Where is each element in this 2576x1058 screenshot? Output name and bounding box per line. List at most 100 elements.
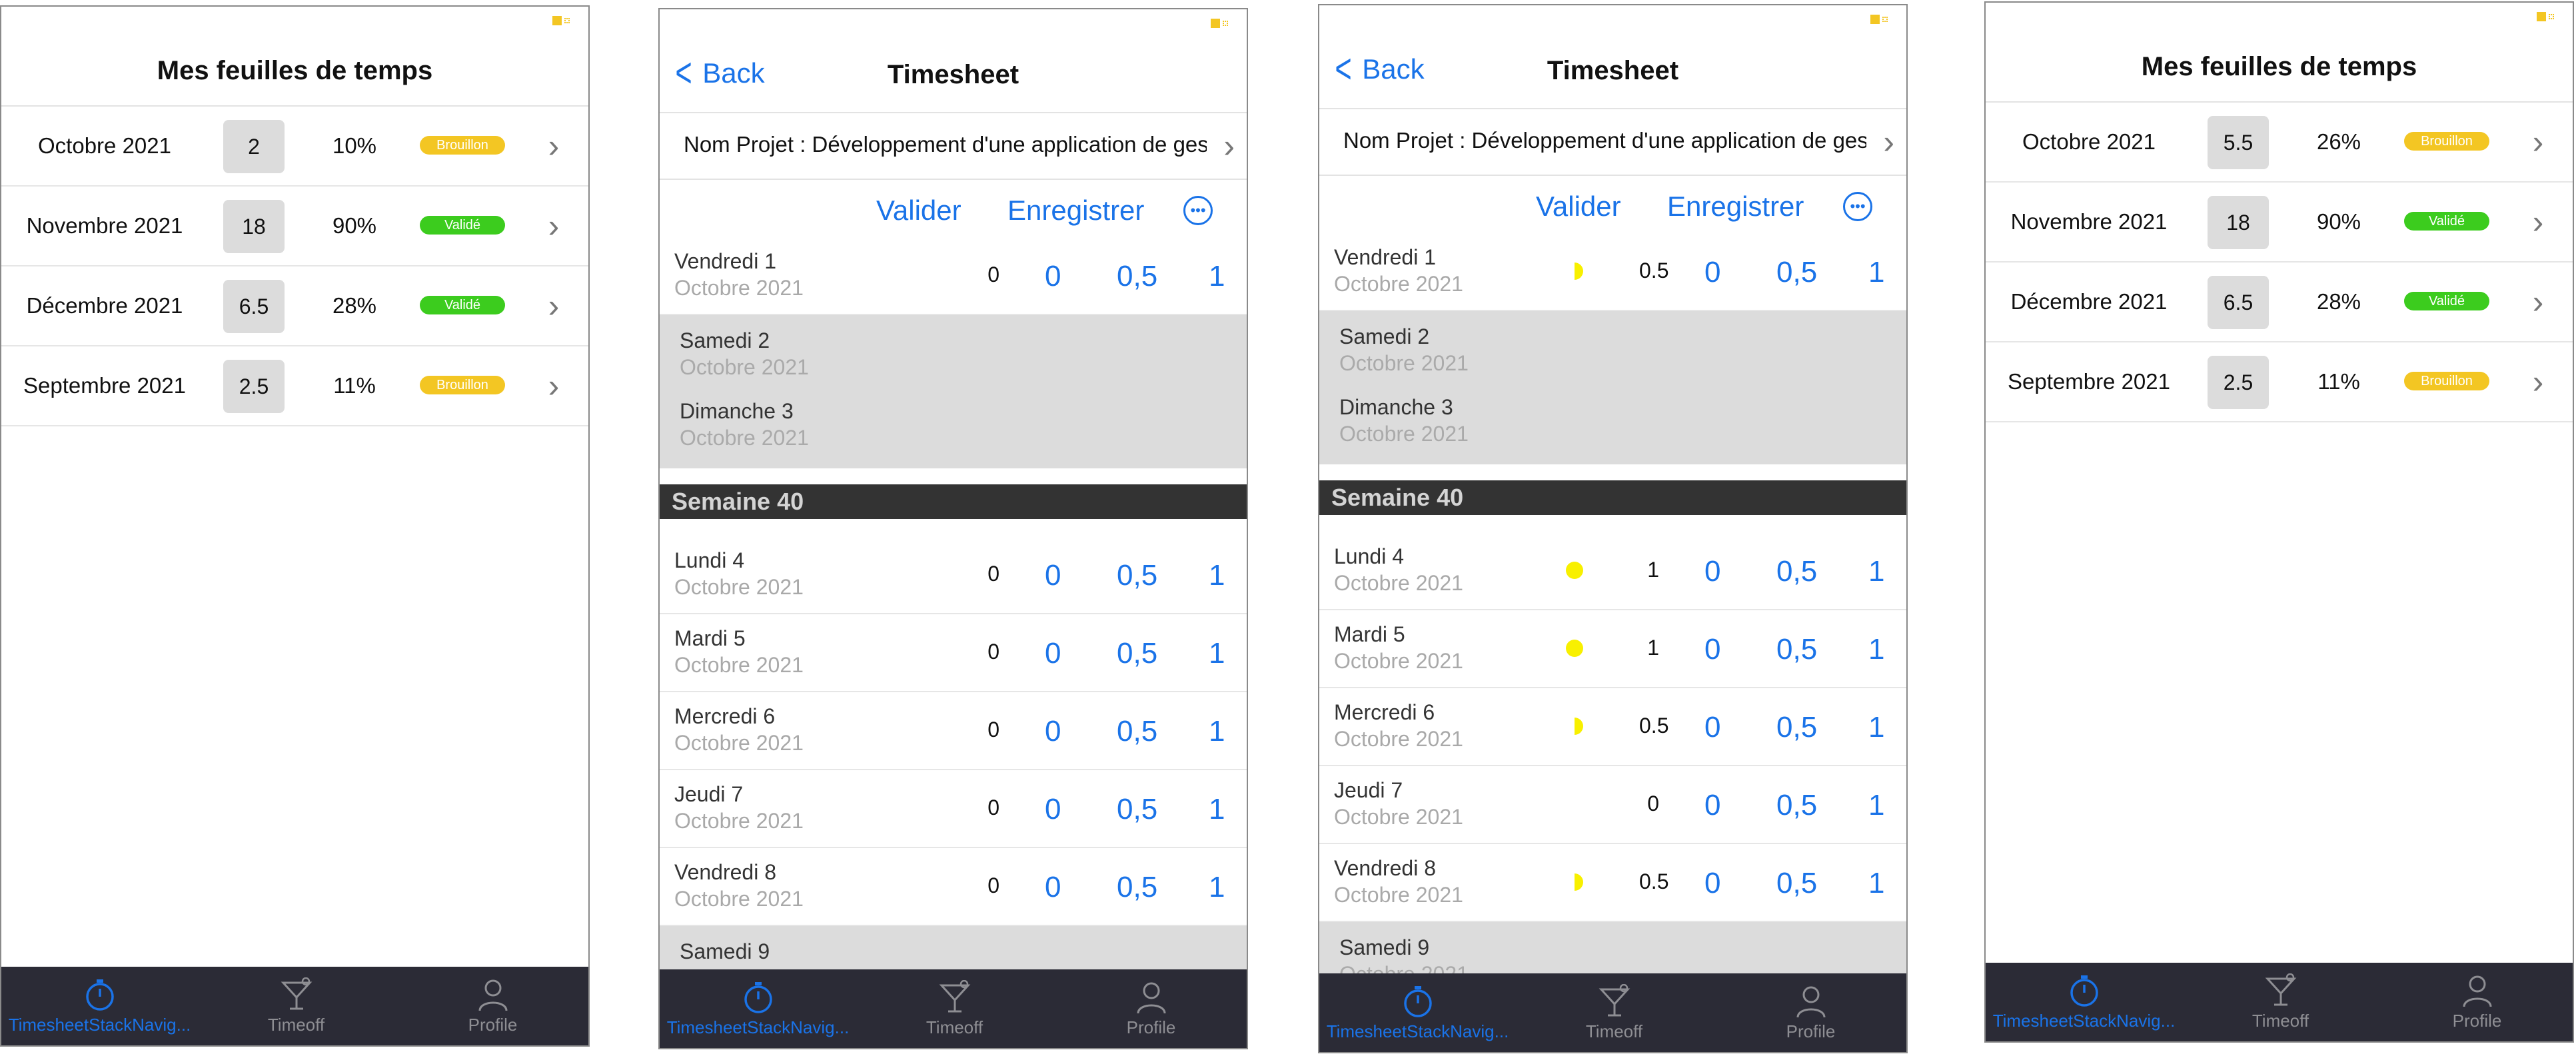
option-half-button[interactable]: 0,5 bbox=[1776, 711, 1817, 744]
option-0-button[interactable]: 0 bbox=[1704, 711, 1720, 744]
option-0-button[interactable]: 0 bbox=[1045, 559, 1061, 592]
tab-timeoff[interactable]: Timeoff bbox=[198, 975, 394, 1035]
option-0-button[interactable]: 0 bbox=[1704, 867, 1720, 900]
option-0-button[interactable]: 0 bbox=[1704, 555, 1720, 588]
option-0-button[interactable]: 0 bbox=[1045, 871, 1061, 904]
option-half-button[interactable]: 0,5 bbox=[1117, 559, 1157, 592]
more-options-icon[interactable]: ••• bbox=[1843, 192, 1872, 221]
list-item[interactable]: Octobre 2021 5.5 26% Brouillon › bbox=[1986, 103, 2573, 183]
option-1-button[interactable]: 1 bbox=[1209, 793, 1225, 826]
cocktail-icon bbox=[198, 975, 394, 1015]
option-half-button[interactable]: 0,5 bbox=[1117, 715, 1157, 748]
option-0-button[interactable]: 0 bbox=[1045, 260, 1061, 293]
option-half-button[interactable]: 0,5 bbox=[1117, 260, 1157, 293]
phone-screen-timesheet: < Back Timesheet Nom Projet : Développeme… bbox=[658, 8, 1248, 1049]
option-half-button[interactable]: 0,5 bbox=[1776, 633, 1817, 666]
week-header: Semaine 40 bbox=[660, 484, 1247, 519]
list-item[interactable]: Septembre 2021 2.5 11% Brouillon › bbox=[1986, 342, 2573, 422]
project-row[interactable]: Nom Projet : Développement d'une applica… bbox=[660, 113, 1247, 180]
option-1-button[interactable]: 1 bbox=[1868, 555, 1884, 588]
option-0-button[interactable]: 0 bbox=[1704, 789, 1720, 822]
day-row: Mercredi 6 Octobre 2021 0 0 0,5 1 bbox=[660, 692, 1247, 770]
cocktail-icon bbox=[1516, 981, 1712, 1021]
save-button[interactable]: Enregistrer bbox=[1667, 191, 1804, 223]
days-count: 18 bbox=[223, 200, 285, 253]
list-item[interactable]: Septembre 2021 2.5 11% Brouillon › bbox=[1, 346, 588, 426]
weekend-block: Samedi 2 Octobre 2021 Dimanche 3 Octobre 2… bbox=[1319, 311, 1906, 464]
day-value: 0 bbox=[987, 562, 999, 586]
option-1-button[interactable]: 1 bbox=[1209, 260, 1225, 293]
option-half-button[interactable]: 0,5 bbox=[1776, 555, 1817, 588]
tab-timesheet[interactable]: TimesheetStackNavig... bbox=[1319, 981, 1516, 1042]
list-item[interactable]: Décembre 2021 6.5 28% Validé › bbox=[1, 266, 588, 346]
status-badge: Validé bbox=[2404, 212, 2489, 231]
tab-profile[interactable]: Profile bbox=[1712, 981, 1906, 1042]
tab-timesheet[interactable]: TimesheetStackNavig... bbox=[1, 975, 198, 1035]
option-half-button[interactable]: 0,5 bbox=[1117, 637, 1157, 670]
option-1-button[interactable]: 1 bbox=[1868, 711, 1884, 744]
day-month: Octobre 2021 bbox=[680, 355, 809, 379]
tab-label: TimesheetStackNavig... bbox=[8, 1015, 191, 1035]
day-name: Jeudi 7 bbox=[1334, 778, 1403, 802]
day-month: Octobre 2021 bbox=[1334, 571, 1463, 595]
day-month: Octobre 2021 bbox=[1334, 272, 1463, 296]
option-half-button[interactable]: 0,5 bbox=[1776, 256, 1817, 289]
tab-timeoff[interactable]: Timeoff bbox=[2182, 971, 2379, 1031]
option-1-button[interactable]: 1 bbox=[1868, 256, 1884, 289]
tab-bar: TimesheetStackNavig... Timeoff Profile bbox=[1319, 973, 1906, 1052]
option-half-button[interactable]: 0,5 bbox=[1776, 789, 1817, 822]
user-icon bbox=[1712, 981, 1906, 1021]
tab-label: TimesheetStackNavig... bbox=[666, 1017, 850, 1037]
validate-button[interactable]: Valider bbox=[1536, 191, 1621, 223]
tab-timesheet[interactable]: TimesheetStackNavig... bbox=[1986, 971, 2182, 1031]
save-button[interactable]: Enregistrer bbox=[1007, 195, 1144, 227]
month-label: Décembre 2021 bbox=[2010, 289, 2168, 314]
option-1-button[interactable]: 1 bbox=[1209, 715, 1225, 748]
option-1-button[interactable]: 1 bbox=[1868, 789, 1884, 822]
day-row: Vendredi 8 Octobre 2021 0 0 0,5 1 bbox=[660, 848, 1247, 926]
tab-timesheet[interactable]: TimesheetStackNavig... bbox=[660, 977, 856, 1038]
percentage: 26% bbox=[2316, 129, 2361, 154]
day-value: 0 bbox=[987, 263, 999, 286]
tab-label: Profile bbox=[1786, 1021, 1836, 1041]
list-item[interactable]: Décembre 2021 6.5 28% Validé › bbox=[1986, 263, 2573, 342]
option-0-button[interactable]: 0 bbox=[1045, 793, 1061, 826]
list-item[interactable]: Novembre 2021 18 90% Validé › bbox=[1986, 183, 2573, 263]
option-1-button[interactable]: 1 bbox=[1209, 637, 1225, 670]
full-day-indicator-icon bbox=[1566, 640, 1583, 657]
option-1-button[interactable]: 1 bbox=[1209, 871, 1225, 904]
tab-profile[interactable]: Profile bbox=[2379, 971, 2573, 1031]
more-options-icon[interactable]: ••• bbox=[1183, 196, 1213, 225]
half-day-indicator-icon bbox=[1575, 718, 1583, 735]
tab-label: Profile bbox=[2452, 1011, 2502, 1031]
days-count: 6.5 bbox=[223, 280, 285, 333]
list-item[interactable]: Octobre 2021 2 10% Brouillon › bbox=[1, 107, 588, 187]
option-1-button[interactable]: 1 bbox=[1868, 867, 1884, 900]
option-half-button[interactable]: 0,5 bbox=[1776, 867, 1817, 900]
option-half-button[interactable]: 0,5 bbox=[1117, 871, 1157, 904]
project-row[interactable]: Nom Projet : Développement d'une applica… bbox=[1319, 109, 1906, 176]
option-half-button[interactable]: 0,5 bbox=[1117, 793, 1157, 826]
option-0-button[interactable]: 0 bbox=[1704, 633, 1720, 666]
option-0-button[interactable]: 0 bbox=[1045, 637, 1061, 670]
day-row: Mercredi 6 Octobre 2021 0.5 0 0,5 1 bbox=[1319, 688, 1906, 766]
tab-timeoff[interactable]: Timeoff bbox=[1516, 981, 1712, 1042]
days-count: 2.5 bbox=[2208, 356, 2269, 409]
day-value: 0.5 bbox=[1639, 869, 1669, 893]
tab-profile[interactable]: Profile bbox=[394, 975, 588, 1035]
day-value: 0.5 bbox=[1639, 714, 1669, 738]
month-label: Novembre 2021 bbox=[2010, 209, 2168, 234]
status-badge: Brouillon bbox=[420, 376, 505, 394]
tab-timeoff[interactable]: Timeoff bbox=[856, 977, 1053, 1038]
month-label: Octobre 2021 bbox=[38, 133, 171, 158]
list-item[interactable]: Novembre 2021 18 90% Validé › bbox=[1, 187, 588, 266]
option-1-button[interactable]: 1 bbox=[1868, 633, 1884, 666]
option-0-button[interactable]: 0 bbox=[1704, 256, 1720, 289]
user-icon bbox=[1053, 977, 1247, 1017]
option-0-button[interactable]: 0 bbox=[1045, 715, 1061, 748]
tab-profile[interactable]: Profile bbox=[1053, 977, 1247, 1038]
percentage: 28% bbox=[2316, 289, 2361, 314]
option-1-button[interactable]: 1 bbox=[1209, 559, 1225, 592]
validate-button[interactable]: Valider bbox=[876, 195, 962, 227]
day-month: Octobre 2021 bbox=[1339, 422, 1469, 446]
